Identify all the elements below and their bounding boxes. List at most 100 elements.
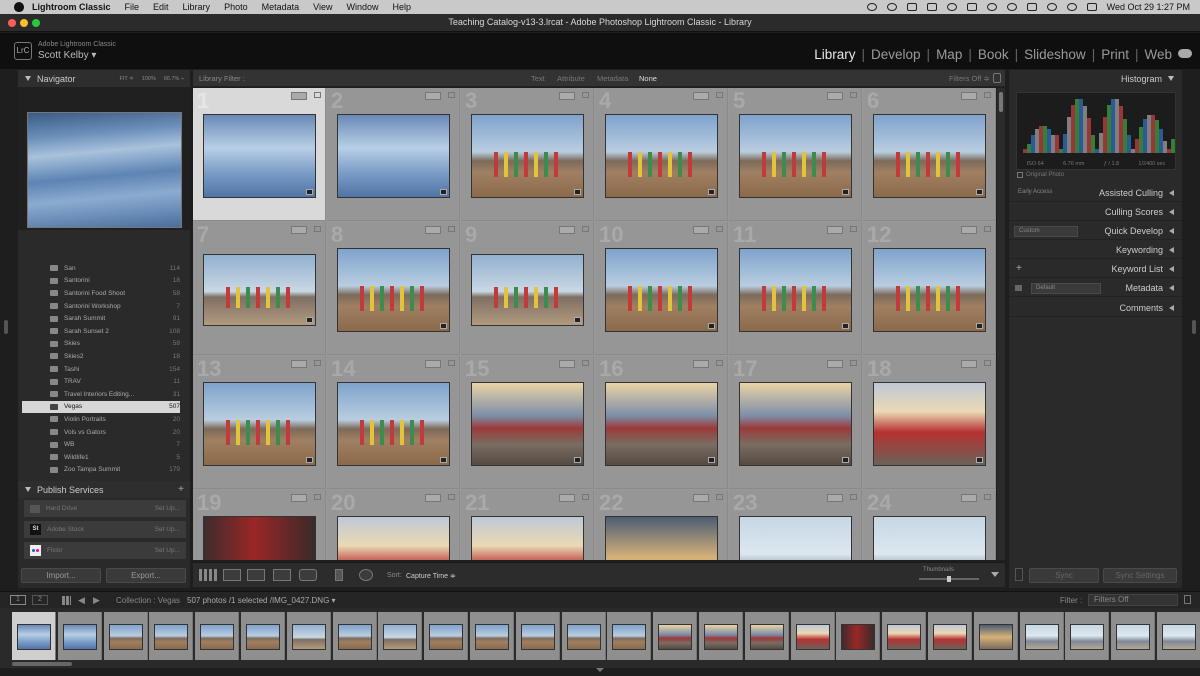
grid-cell[interactable]: 19 [193, 490, 326, 560]
thumbnail-badge-icon[interactable] [306, 457, 313, 463]
thumbnail-badge-icon[interactable] [708, 323, 715, 329]
filmstrip-cell[interactable] [836, 612, 881, 660]
collection-item[interactable]: Tashi 154 [22, 363, 180, 376]
collection-item[interactable]: Santorini 18 [22, 275, 180, 288]
set-up-link[interactable]: Set Up... [155, 505, 180, 512]
module-book[interactable]: Book [978, 47, 1009, 62]
badge-icon[interactable] [961, 92, 977, 100]
grid-cell[interactable]: 12 [863, 222, 996, 355]
badge-icon[interactable] [425, 226, 441, 234]
photo-thumbnail[interactable] [471, 382, 584, 466]
filmstrip-cell[interactable] [332, 612, 377, 660]
sync-button[interactable]: Sync [1029, 568, 1099, 583]
clock[interactable]: Wed Oct 29 1:27 PM [1107, 2, 1190, 12]
photo-thumbnail[interactable] [605, 382, 718, 466]
badge-icon[interactable] [693, 360, 709, 368]
toolbar-menu-icon[interactable] [991, 572, 999, 577]
photo-thumbnail[interactable] [739, 248, 852, 332]
original-photo-checkbox[interactable]: Original Photo [1017, 172, 1064, 178]
filmstrip-cell[interactable] [286, 612, 331, 660]
keywording-header[interactable]: Keywording [1009, 242, 1182, 259]
filmstrip-thumbnail[interactable] [475, 624, 509, 650]
thumbnail-badge-icon[interactable] [306, 189, 313, 195]
grid-cell[interactable]: 23 [729, 490, 862, 560]
photo-thumbnail[interactable] [337, 248, 450, 332]
expand-triangle-icon[interactable] [1169, 266, 1174, 272]
filmstrip-thumbnail[interactable] [17, 624, 51, 650]
sort-direction-icon[interactable] [359, 569, 373, 581]
filmstrip-thumbnail[interactable] [337, 624, 372, 650]
filmstrip-cell[interactable] [973, 612, 1018, 660]
grid-cell[interactable]: 5 [729, 88, 862, 221]
flag-icon[interactable] [716, 494, 723, 500]
control-center-icon[interactable] [1086, 3, 1097, 11]
filter-attribute[interactable]: Attribute [557, 74, 585, 83]
filmstrip-thumbnail[interactable] [978, 624, 1013, 650]
thumbnail-badge-icon[interactable] [708, 457, 715, 463]
histogram-chart[interactable]: ISO 64 6.76 mm ƒ / 1.8 1/2400 sec [1016, 92, 1176, 170]
badge-icon[interactable] [827, 226, 843, 234]
photo-thumbnail[interactable] [471, 516, 584, 560]
filmstrip-thumbnail[interactable] [1024, 624, 1059, 650]
grid-cell[interactable]: 15 [461, 356, 594, 489]
collection-item[interactable]: Santorini Workshop 7 [22, 300, 180, 313]
slider-thumb[interactable] [947, 576, 951, 582]
metadata-header[interactable]: Default Metadata [1009, 280, 1182, 297]
module-slideshow[interactable]: Slideshow [1024, 47, 1086, 62]
expand-triangle-icon[interactable] [1169, 228, 1174, 234]
filmstrip-thumbnail[interactable] [704, 624, 738, 650]
filmstrip-cell[interactable] [470, 612, 514, 660]
filter-text[interactable]: Text [531, 74, 545, 83]
flag-icon[interactable] [448, 494, 455, 500]
badge-icon[interactable] [559, 494, 575, 502]
sync-toggle-icon[interactable] [1015, 568, 1023, 581]
expand-triangle-icon[interactable] [1169, 285, 1174, 291]
flag-icon[interactable] [850, 226, 857, 232]
badge-icon[interactable] [961, 360, 977, 368]
filter-none[interactable]: None [639, 74, 657, 83]
filmstrip-cell[interactable] [241, 612, 285, 660]
menu-photo[interactable]: Photo [224, 2, 248, 12]
menu-view[interactable]: View [313, 2, 332, 12]
grid-cell[interactable]: 3 [461, 88, 594, 221]
module-library[interactable]: Library [814, 47, 855, 62]
photo-thumbnail[interactable] [337, 516, 450, 560]
menu-library[interactable]: Library [183, 2, 211, 12]
thumbnail-badge-icon[interactable] [976, 457, 983, 463]
zoom-fit[interactable]: FIT ≑ [119, 76, 133, 82]
badge-icon[interactable] [827, 92, 843, 100]
collection-item[interactable]: Zoo Tampa Summit 179 [22, 464, 180, 477]
flag-icon[interactable] [850, 494, 857, 500]
filmstrip-thumbnail[interactable] [246, 624, 280, 650]
module-web[interactable]: Web [1144, 47, 1172, 62]
metadata-sync-icon[interactable] [1015, 285, 1022, 291]
badge-icon[interactable] [559, 226, 575, 234]
menu-edit[interactable]: Edit [153, 2, 169, 12]
filmstrip-thumbnail[interactable] [383, 624, 418, 650]
filmstrip-cell[interactable] [515, 612, 560, 660]
thumbnail-size-slider[interactable] [919, 576, 979, 582]
set-up-link[interactable]: Set Up... [155, 526, 180, 533]
filmstrip-filter-dropdown[interactable]: Filters Off [1088, 594, 1178, 606]
thumbnail-badge-icon[interactable] [440, 457, 447, 463]
flag-icon[interactable] [850, 92, 857, 98]
badge-icon[interactable] [961, 494, 977, 502]
photo-count[interactable]: 507 photos /1 selected /IMG_0427.DNG ▾ [187, 596, 336, 605]
filmstrip-cell[interactable] [424, 612, 469, 660]
flag-icon[interactable] [716, 226, 723, 232]
secondary-window-button[interactable]: 2 [32, 595, 48, 605]
photo-thumbnail[interactable] [873, 114, 986, 198]
filmstrip-thumbnail[interactable] [566, 624, 601, 650]
module-print[interactable]: Print [1101, 47, 1129, 62]
status-icon[interactable] [1006, 3, 1017, 11]
photo-thumbnail[interactable] [203, 382, 316, 466]
menu-file[interactable]: File [125, 2, 140, 12]
collection-item[interactable]: Sarah Summit 91 [22, 312, 180, 325]
filmstrip-thumbnail[interactable] [1162, 624, 1196, 650]
filmstrip-cell[interactable] [699, 612, 743, 660]
cloud-sync-icon[interactable] [1178, 49, 1192, 58]
source-label[interactable]: Collection : Vegas [116, 596, 180, 605]
flag-icon[interactable] [716, 360, 723, 366]
back-arrow-icon[interactable]: ◀ [78, 595, 85, 606]
photo-thumbnail[interactable] [873, 248, 986, 332]
